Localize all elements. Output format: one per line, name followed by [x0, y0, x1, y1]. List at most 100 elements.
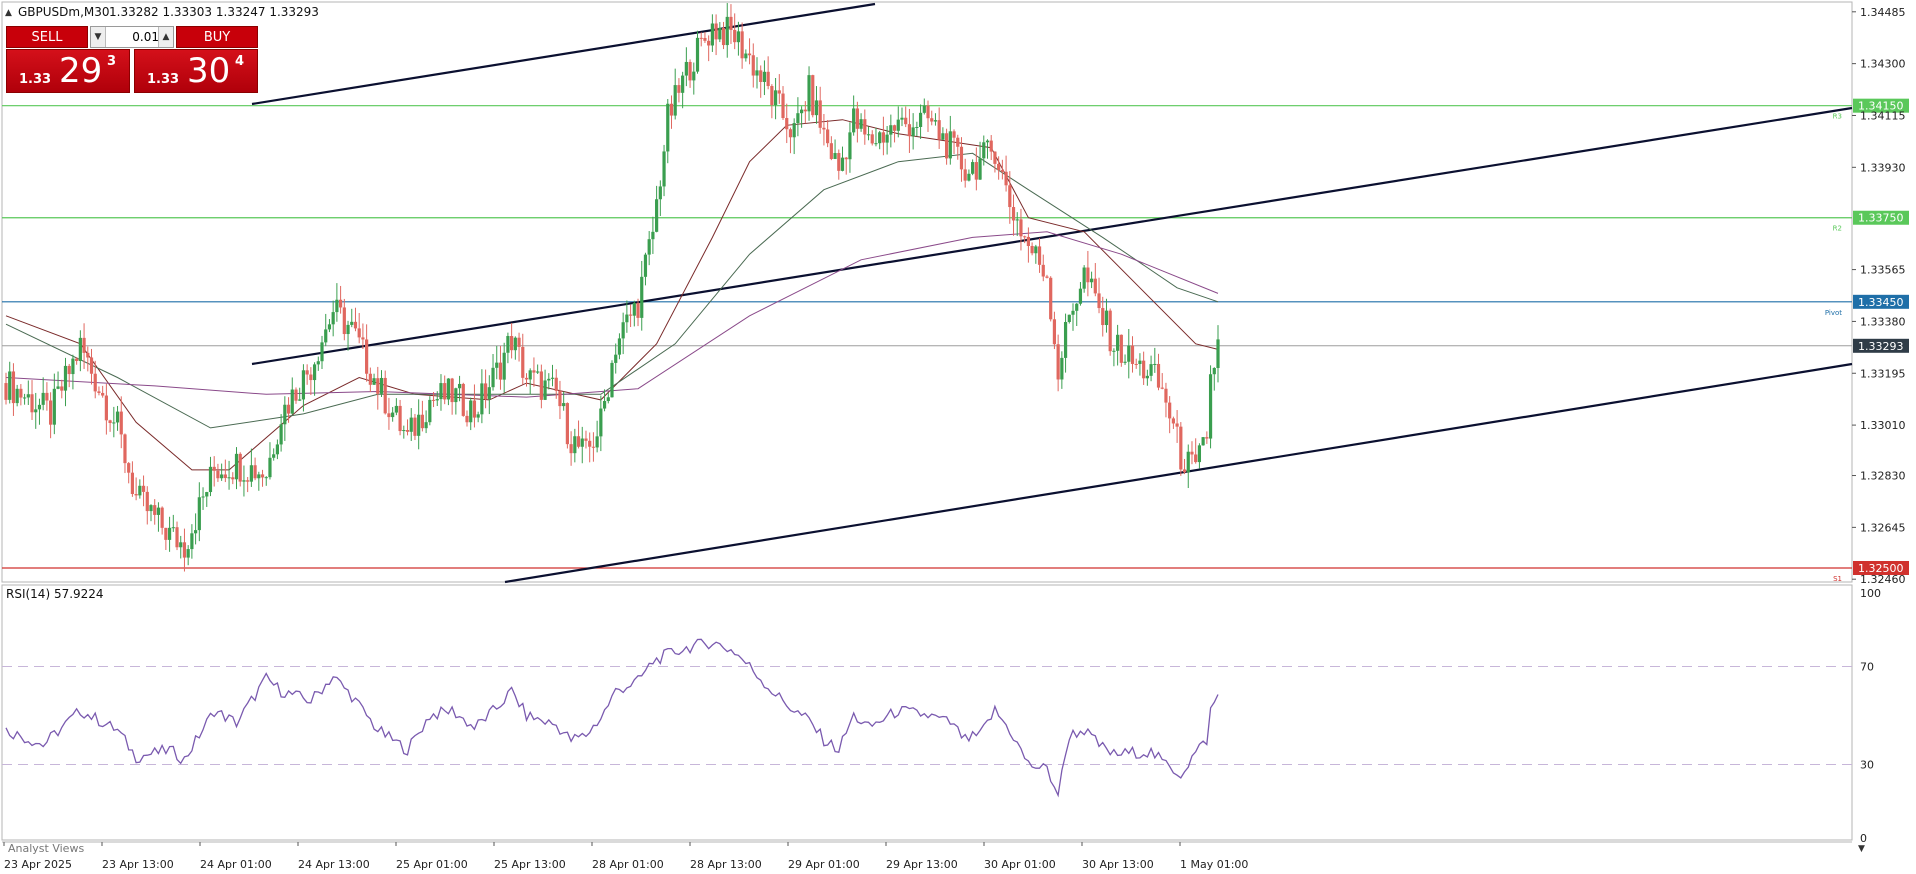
chart-window[interactable]: ▲ GBPUSDm,M30 1.33282 1.33303 1.33247 1.… — [0, 0, 1916, 874]
candle-body — [327, 324, 332, 330]
rsi-axis-label: 100 — [1860, 587, 1881, 600]
candle-body — [153, 505, 157, 515]
candle-body — [398, 405, 402, 432]
lot-increase-icon[interactable]: ▲ — [158, 27, 173, 47]
candle-body — [11, 371, 16, 404]
candle-body — [1101, 308, 1105, 326]
candle-body — [160, 507, 164, 528]
candle-body — [294, 389, 298, 401]
buy-price-main: 1.33 — [147, 72, 180, 87]
candle-body — [428, 399, 432, 423]
candle-body — [82, 337, 86, 353]
candle-body — [67, 365, 71, 375]
candle-body — [253, 465, 257, 479]
candle-body — [190, 533, 194, 550]
candle-body — [405, 430, 410, 432]
candle-body — [1037, 246, 1042, 265]
candle-body — [465, 415, 469, 423]
buy-button[interactable]: BUY — [176, 26, 258, 48]
candle-body — [900, 117, 904, 120]
rsi-chart-area[interactable] — [1, 584, 1853, 841]
candle-body — [840, 157, 845, 171]
time-axis-label: 25 Apr 01:00 — [396, 858, 468, 871]
candle-body — [695, 37, 700, 72]
price-axis-label: 1.33565 — [1860, 264, 1906, 277]
candle-body — [86, 352, 90, 358]
candle-body — [1164, 388, 1168, 403]
price-axis-label: 1.33010 — [1860, 419, 1906, 432]
candle-body — [1019, 219, 1023, 237]
time-axis-label: 29 Apr 13:00 — [886, 858, 958, 871]
candle-body — [145, 491, 149, 512]
candle-body — [402, 430, 406, 432]
candle-body — [576, 436, 581, 447]
candle-body — [123, 434, 127, 464]
candle-body — [301, 370, 306, 400]
candle-body — [372, 378, 376, 385]
buy-price-button[interactable]: 1.33 30 4 — [134, 49, 258, 93]
candle-body — [8, 371, 12, 400]
candle-body — [673, 85, 677, 116]
collapse-triangle-icon[interactable]: ▲ — [5, 8, 12, 18]
scroll-down-icon[interactable]: ▼ — [1858, 844, 1865, 854]
candle-body — [736, 31, 741, 43]
candle-body — [655, 199, 659, 232]
lot-decrease-icon[interactable]: ▼ — [91, 27, 106, 47]
candle-body — [606, 397, 610, 402]
sell-button[interactable]: SELL — [6, 26, 88, 48]
candle-body — [1049, 277, 1053, 320]
candle-body — [63, 365, 68, 391]
candle-body — [707, 40, 711, 46]
analyst-views-label[interactable]: Analyst Views — [8, 842, 84, 855]
main-chart-area[interactable] — [1, 1, 1853, 583]
candle-body — [1208, 374, 1213, 439]
candle-body — [814, 100, 819, 116]
candle-body — [391, 412, 395, 418]
level-tag-r3: R3 — [1833, 113, 1842, 121]
time-axis-label: 28 Apr 13:00 — [690, 858, 762, 871]
candle-body — [420, 414, 424, 429]
candle-body — [290, 389, 294, 414]
candle-body — [751, 55, 755, 76]
candle-body — [260, 474, 265, 478]
time-axis-label: 25 Apr 13:00 — [494, 858, 566, 871]
candle-body — [1108, 310, 1112, 352]
candle-body — [227, 477, 231, 479]
candle-body — [342, 307, 346, 335]
time-axis-label: 29 Apr 01:00 — [788, 858, 860, 871]
candle-body — [933, 120, 938, 122]
candle-body — [268, 457, 272, 478]
level-tag-pivot: Pivot — [1825, 309, 1842, 317]
time-axis-label: 24 Apr 13:00 — [298, 858, 370, 871]
candle-body — [361, 337, 365, 340]
candle-body — [539, 371, 543, 400]
candle-body — [974, 162, 978, 180]
candle-body — [818, 100, 822, 128]
candle-body — [948, 131, 952, 159]
time-axis-label: 23 Apr 13:00 — [102, 858, 174, 871]
candle-body — [197, 497, 201, 531]
candle-body — [1145, 375, 1149, 379]
price-axis-label: 1.32645 — [1860, 521, 1906, 534]
candle-body — [554, 377, 558, 391]
candle-body — [469, 400, 473, 423]
time-axis-label: 28 Apr 01:00 — [592, 858, 664, 871]
candle-body — [569, 444, 573, 454]
candle-body — [580, 438, 584, 447]
candle-body — [997, 163, 1001, 170]
candle-body — [747, 53, 752, 56]
lot-size-input[interactable] — [107, 27, 161, 47]
candle-body — [75, 358, 79, 362]
candle-body — [532, 370, 536, 373]
candle-body — [472, 400, 477, 418]
candle-body — [316, 361, 320, 365]
candle-body — [383, 377, 387, 414]
candle-body — [164, 527, 168, 540]
candle-body — [108, 420, 112, 424]
candle-body — [1186, 451, 1190, 473]
candle-body — [681, 75, 685, 93]
candle-body — [915, 126, 919, 128]
candle-body — [866, 134, 871, 136]
sell-price-button[interactable]: 1.33 29 3 — [6, 49, 130, 93]
time-axis-label: 30 Apr 01:00 — [984, 858, 1056, 871]
